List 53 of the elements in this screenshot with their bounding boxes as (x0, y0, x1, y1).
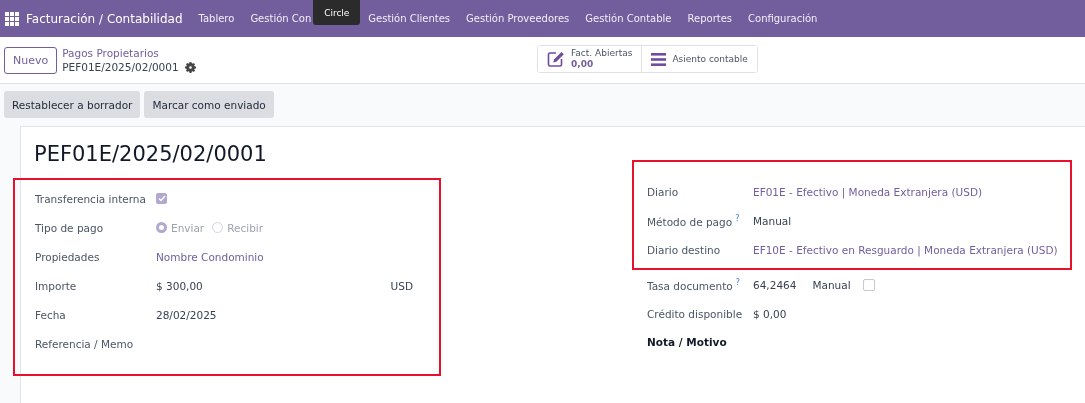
menu-item[interactable]: Gestión Contable (585, 13, 672, 24)
field-label: Referencia / Memo (35, 337, 134, 350)
new-button[interactable]: Nuevo (4, 46, 58, 74)
field-value: Manual (753, 214, 792, 227)
field-link[interactable]: EF10E - Efectivo en Resguardo | Moneda Extranjera (USD) (753, 243, 1058, 256)
field-label: Importe (35, 279, 77, 292)
apps-menu-button[interactable] (5, 11, 19, 26)
menu-item[interactable]: Tablero (198, 13, 235, 24)
menu-item[interactable]: Gestión Proveedores (466, 13, 570, 24)
help-mark[interactable]: ? (735, 213, 740, 223)
currency-label: USD (390, 279, 413, 292)
field-label: Tasa documento (647, 279, 733, 292)
record-title: PEF01E/2025/02/0001 (34, 142, 268, 166)
field-label: Tipo de pago (35, 221, 104, 234)
field-link[interactable]: EF01E - Efectivo | Moneda Extranjera (USD) (753, 185, 983, 198)
field-value: $ 0,00 (753, 307, 787, 320)
radio-label: Recibir (227, 221, 264, 234)
grid-icon (5, 11, 19, 26)
breadcrumb-link[interactable]: Pagos Propietarios (62, 46, 196, 60)
checkbox[interactable] (862, 278, 875, 291)
smart-button[interactable]: Asiento contable (641, 46, 757, 72)
action-button[interactable]: Restablecer a borrador (4, 91, 141, 118)
stat-value: 0,00 (571, 59, 594, 70)
field-label: Propiedades (35, 250, 100, 263)
radio-button[interactable] (156, 222, 167, 233)
field-label: Método de pago (647, 215, 733, 228)
field-label: Transferencia interna (35, 192, 146, 205)
help-mark[interactable]: ? (735, 277, 740, 287)
field-label: Manual (812, 278, 851, 291)
tooltip: Circle (313, 0, 361, 25)
field-link[interactable]: Nombre Condominio (156, 250, 264, 263)
edit-icon (547, 51, 565, 67)
field-value: 64,2464 (753, 278, 797, 291)
field-label: Nota / Motivo (647, 335, 727, 348)
action-button[interactable]: Marcar como enviado (144, 91, 274, 118)
app-title[interactable]: Facturación / Contabilidad (26, 11, 183, 26)
menu-item[interactable]: Gestión Con (250, 13, 312, 24)
radio-label: Enviar (171, 221, 205, 234)
smart-label: Asiento contable (672, 54, 748, 64)
stat-label: Fact. Abiertas (571, 48, 633, 59)
field-label: Crédito disponible (647, 307, 743, 320)
menu-item[interactable]: Gestión Clientes (368, 13, 451, 24)
field-value: 28/02/2025 (156, 308, 217, 321)
list-icon (651, 52, 667, 66)
field-label: Diario destino (647, 243, 721, 256)
field-label: Diario (647, 185, 679, 198)
gear-icon (184, 61, 196, 73)
menu-item[interactable]: Reportes (687, 13, 733, 24)
checkbox[interactable] (156, 193, 167, 204)
field-label: Fecha (35, 308, 66, 321)
field-value: $ 300,00 (156, 279, 203, 292)
record-name: PEF01E/2025/02/0001 (62, 60, 179, 74)
menu-item[interactable]: Configuración (748, 13, 818, 24)
